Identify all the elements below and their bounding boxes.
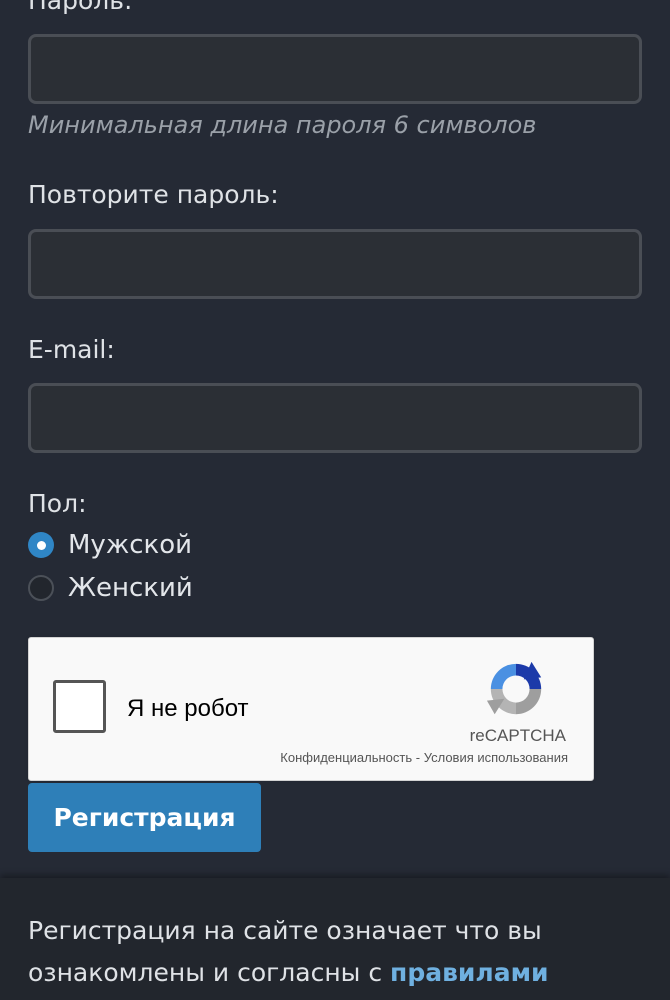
footer-text: Регистрация на сайте означает что вы озн… <box>28 910 648 994</box>
radio-button-checked[interactable] <box>28 532 54 558</box>
radio-button-unchecked[interactable] <box>28 575 54 601</box>
password-field[interactable] <box>28 34 642 104</box>
email-field[interactable] <box>28 383 642 453</box>
gender-option-male[interactable]: Мужской <box>28 530 192 560</box>
recaptcha-brand: reCAPTCHA <box>469 726 566 745</box>
gender-option-label: Женский <box>68 573 193 603</box>
password-label: Пароль: <box>28 0 133 15</box>
privacy-link[interactable]: Конфиденциальность <box>280 750 412 765</box>
recaptcha-links: Конфиденциальность - Условия использован… <box>280 750 568 765</box>
gender-label: Пол: <box>28 489 87 518</box>
gender-option-label: Мужской <box>68 530 193 560</box>
link-separator: - <box>412 750 424 765</box>
recaptcha-logo-icon <box>486 661 542 715</box>
register-button[interactable]: Регистрация <box>28 783 261 852</box>
password-hint: Минимальная длина пароля 6 символов <box>28 111 537 139</box>
terms-link[interactable]: Условия использования <box>424 750 568 765</box>
repeat-password-field[interactable] <box>28 229 642 299</box>
rules-link[interactable]: правилами <box>390 958 549 987</box>
email-label: E-mail: <box>28 335 115 364</box>
repeat-password-label: Повторите пароль: <box>28 180 279 209</box>
footer-panel: Регистрация на сайте означает что вы озн… <box>0 878 670 1000</box>
recaptcha-widget: Я не робот reCAPTCHA Конфиденциальность … <box>28 637 594 781</box>
gender-option-female[interactable]: Женский <box>28 573 193 603</box>
recaptcha-checkbox[interactable] <box>53 680 106 733</box>
recaptcha-label: Я не робот <box>127 695 249 722</box>
